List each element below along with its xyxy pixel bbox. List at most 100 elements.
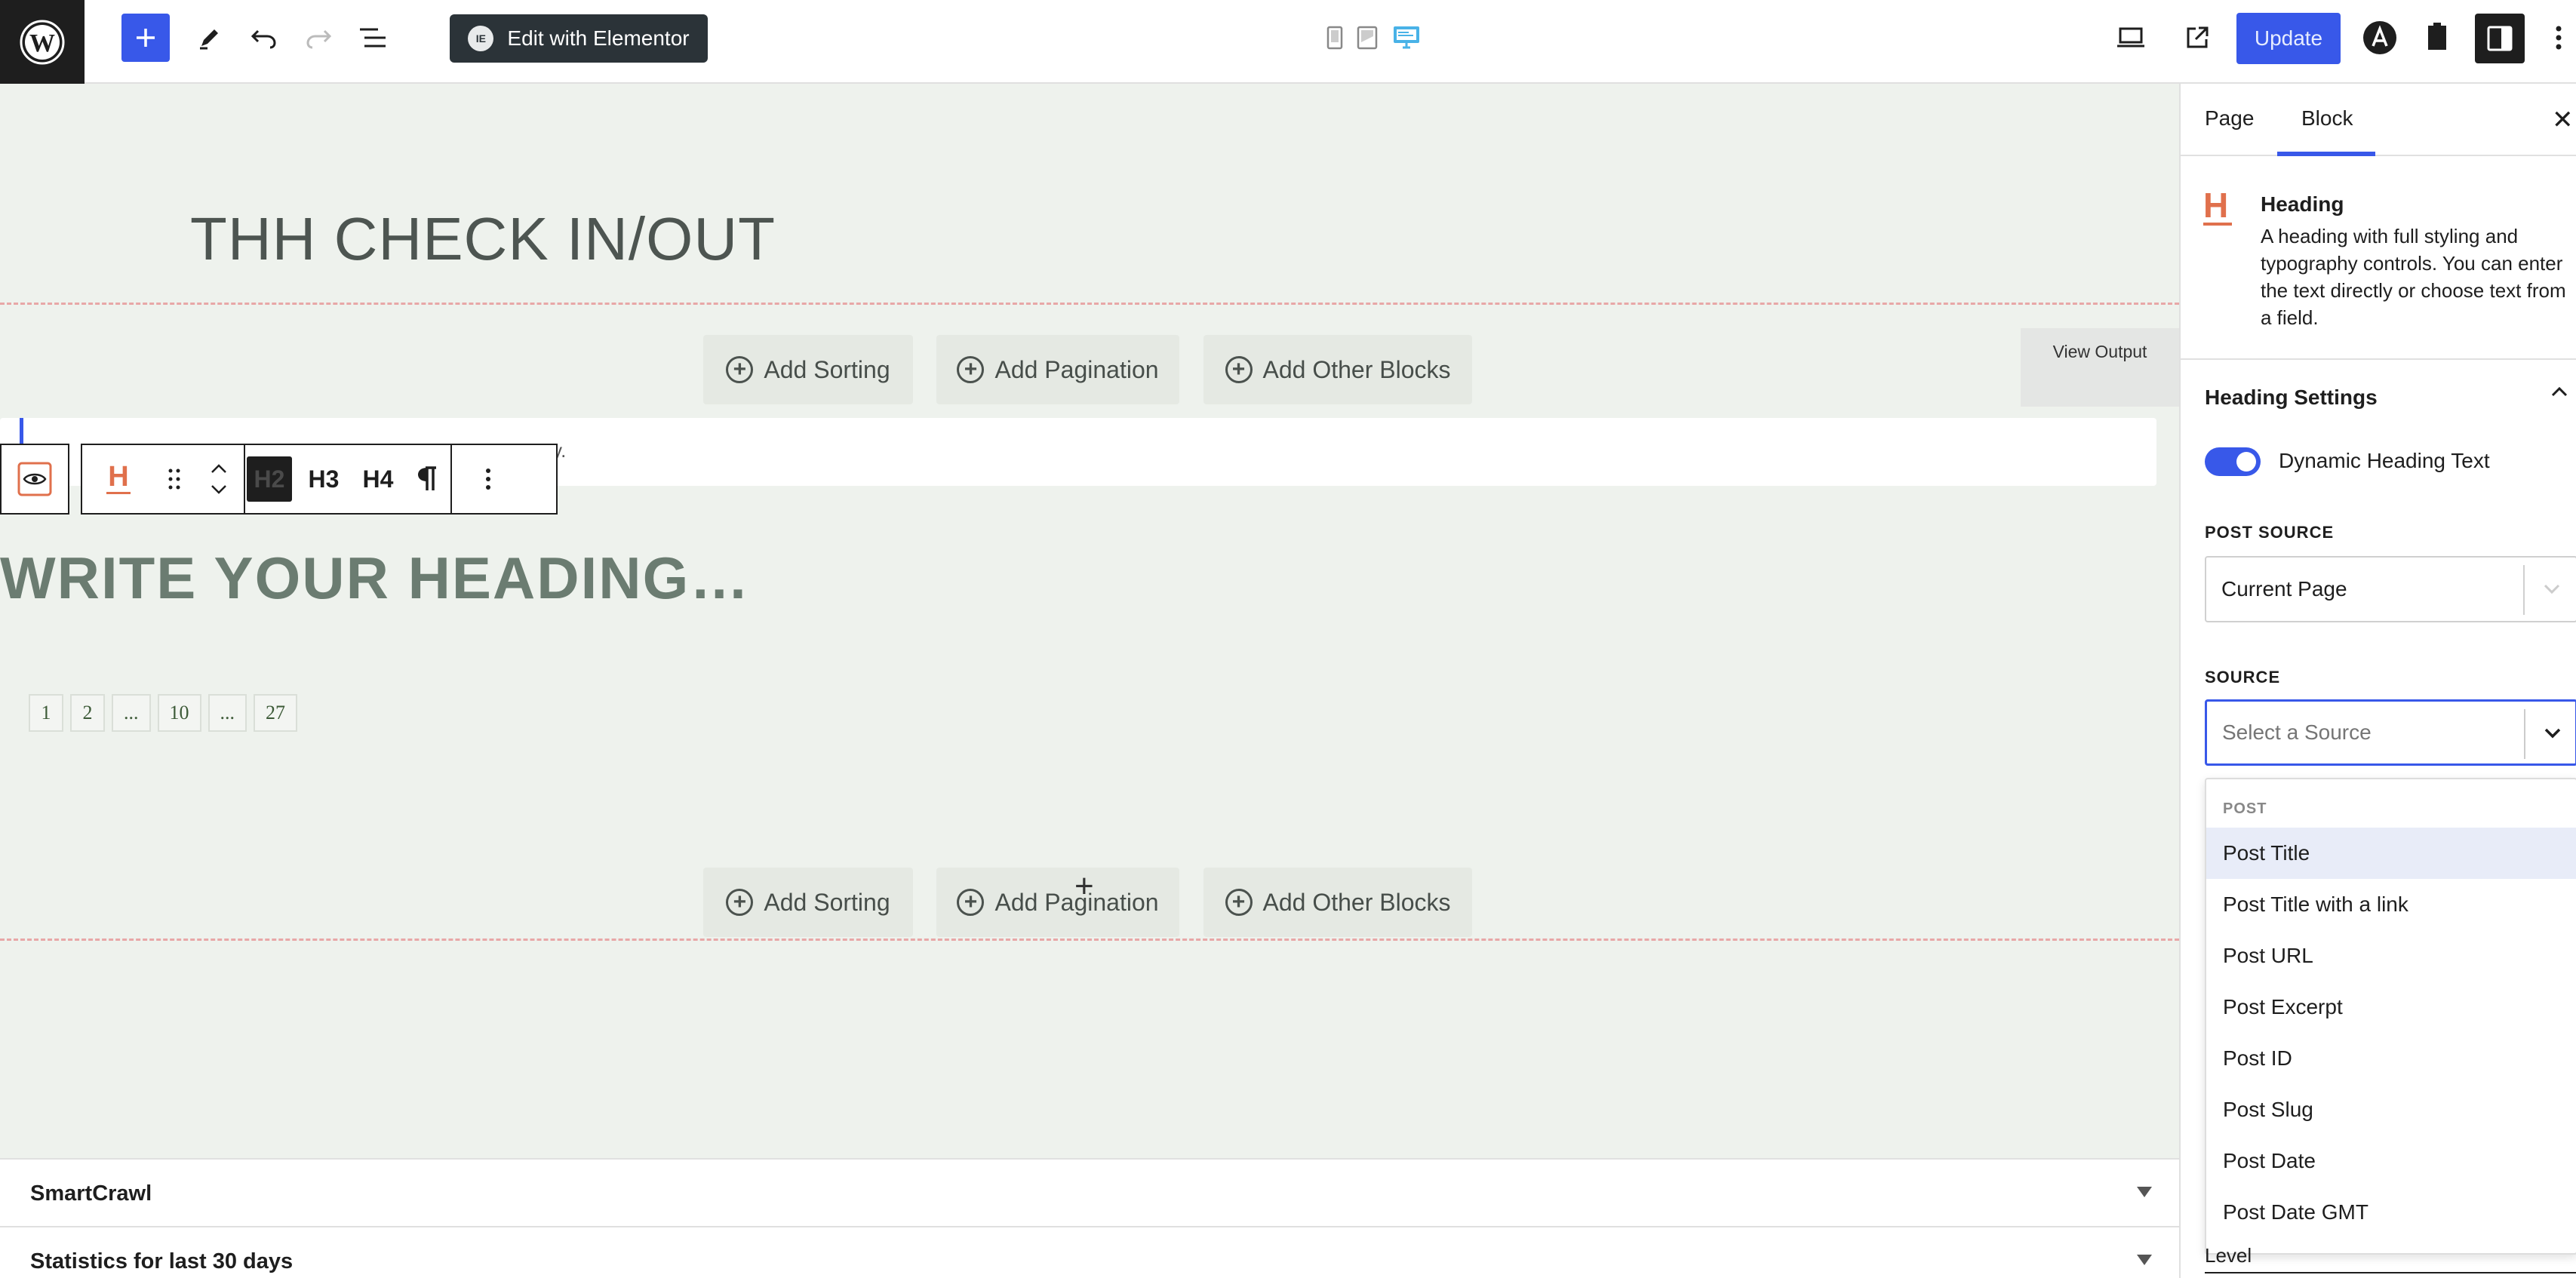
block-title: Heading: [2261, 192, 2344, 216]
source-dropdown-menu: POST Post Title Post Title with a link P…: [2205, 778, 2576, 1255]
dropdown-option[interactable]: Post Title with a link: [2206, 879, 2576, 930]
add-pagination-label: Add Pagination: [994, 355, 1159, 383]
preview-mobile-button[interactable]: [1325, 24, 1345, 51]
dropdown-option[interactable]: Post Date GMT: [2206, 1187, 2576, 1238]
view-post-button[interactable]: [2179, 20, 2215, 56]
paragraph-button[interactable]: [402, 445, 450, 513]
page-ellipsis: ...: [207, 694, 247, 732]
post-source-label: POST SOURCE: [2205, 523, 2335, 542]
move-up-down-buttons[interactable]: [194, 445, 244, 513]
dropdown-option[interactable]: Post Slug: [2206, 1084, 2576, 1135]
add-block-button[interactable]: [121, 14, 170, 62]
dropdown-option[interactable]: Post Date: [2206, 1135, 2576, 1187]
astra-logo-icon: [2363, 21, 2396, 54]
laptop-icon: [2117, 27, 2144, 48]
heading-level-h4-button[interactable]: H4: [355, 456, 401, 502]
heading-level-h3-button[interactable]: H3: [301, 456, 346, 502]
level-label: Level: [2205, 1244, 2252, 1267]
options-menu-button[interactable]: [2547, 20, 2570, 56]
add-pagination-button[interactable]: + Add Pagination: [936, 335, 1179, 404]
svg-text:W: W: [29, 29, 55, 57]
post-source-value: Current Page: [2221, 577, 2347, 601]
elementor-button-label: Edit with Elementor: [507, 26, 690, 50]
editor-canvas: THH CHECK IN/OUT + Add Sorting + Add Pag…: [0, 84, 2179, 1159]
dynamic-heading-toggle[interactable]: [2205, 447, 2261, 476]
add-circle-icon: +: [957, 889, 985, 916]
settings-sidebar: Page Block ✕ H Heading A heading with fu…: [2179, 84, 2576, 1278]
view-button[interactable]: [2113, 20, 2149, 56]
block-description: A heading with full styling and typograp…: [2261, 225, 2566, 329]
add-pagination-button-bottom[interactable]: + Add Pagination: [936, 868, 1179, 937]
edit-with-elementor-button[interactable]: IE Edit with Elementor: [450, 14, 708, 63]
post-source-select[interactable]: Current Page: [2205, 556, 2576, 622]
undo-button[interactable]: [246, 20, 282, 56]
chevron-down-icon[interactable]: [210, 484, 228, 495]
plugin-sidebar-button[interactable]: [2421, 18, 2454, 54]
page-link-1[interactable]: 1: [29, 694, 63, 732]
page-link-27[interactable]: 27: [254, 694, 297, 732]
heading-settings-title[interactable]: Heading Settings: [2205, 386, 2378, 410]
add-circle-icon: +: [726, 889, 754, 916]
level-select-edge[interactable]: [2205, 1272, 2576, 1278]
add-other-blocks-button-bottom[interactable]: + Add Other Blocks: [1203, 868, 1472, 937]
page-title[interactable]: THH CHECK IN/OUT: [190, 204, 776, 274]
page-link-2[interactable]: 2: [70, 694, 105, 732]
caret-down-icon[interactable]: [2137, 1187, 2152, 1197]
smartcrawl-metabox[interactable]: SmartCrawl: [0, 1158, 2179, 1227]
dropdown-option[interactable]: Post URL: [2206, 930, 2576, 982]
source-select[interactable]: Select a Source: [2205, 699, 2576, 766]
settings-sidebar-toggle[interactable]: [2475, 14, 2525, 63]
add-sorting-button-bottom[interactable]: + Add Sorting: [703, 868, 913, 937]
chevron-up-icon[interactable]: [210, 463, 228, 474]
tools-button[interactable]: [192, 20, 228, 56]
tablet-icon: [1357, 26, 1378, 50]
document-overview-button[interactable]: [355, 20, 391, 56]
view-output-button[interactable]: View Output: [2021, 328, 2179, 407]
astra-settings-button[interactable]: [2362, 20, 2398, 56]
block-card: H Heading A heading with full styling an…: [2181, 156, 2576, 360]
heading-level-group: H2 H3 H4: [245, 445, 402, 513]
heading-icon-underline: [2203, 223, 2232, 226]
more-vertical-icon: [2556, 26, 2562, 50]
chevron-down-icon: [2544, 584, 2560, 594]
heading-level-h2-button[interactable]: H2: [247, 456, 292, 502]
dropdown-option[interactable]: Post Title: [2206, 828, 2576, 879]
heading-block-placeholder[interactable]: WRITE YOUR HEADING…: [0, 544, 750, 613]
add-sorting-button[interactable]: + Add Sorting: [703, 335, 913, 404]
view-output-label: View Output: [2052, 342, 2147, 361]
plus-icon: [137, 29, 155, 47]
caret-down-icon[interactable]: [2137, 1255, 2152, 1265]
eye-icon: [17, 462, 52, 496]
inserter-plus-icon[interactable]: +: [1074, 868, 1094, 905]
block-boundary-bottom: [0, 939, 2179, 941]
drag-handle-icon: [168, 468, 180, 490]
more-vertical-icon: [486, 468, 490, 490]
wordpress-logo-button[interactable]: W: [0, 0, 85, 84]
add-other-blocks-button[interactable]: + Add Other Blocks: [1203, 335, 1472, 404]
add-sorting-label: Add Sorting: [764, 888, 890, 916]
update-button[interactable]: Update: [2236, 13, 2341, 64]
tab-page[interactable]: Page: [2205, 106, 2254, 131]
add-other-blocks-label: Add Other Blocks: [1262, 355, 1451, 383]
visibility-button[interactable]: [2, 445, 68, 513]
toggle-knob: [2236, 452, 2256, 472]
block-type-button[interactable]: H: [82, 445, 155, 513]
page-link-10[interactable]: 10: [157, 694, 201, 732]
drag-handle[interactable]: [155, 445, 194, 513]
heading-icon: H: [2203, 186, 2229, 225]
external-link-icon: [2187, 26, 2209, 48]
statistics-metabox[interactable]: Statistics for last 30 days: [0, 1226, 2179, 1278]
dropdown-option[interactable]: Post Excerpt: [2206, 982, 2576, 1033]
sidebar-icon: [2487, 26, 2513, 51]
metabox-title: Statistics for last 30 days: [30, 1249, 294, 1273]
select-divider: [2524, 709, 2525, 759]
block-options-button[interactable]: [452, 445, 524, 513]
chevron-up-icon[interactable]: [2550, 386, 2568, 398]
add-circle-icon: +: [957, 356, 985, 383]
close-icon[interactable]: ✕: [2552, 105, 2574, 135]
dropdown-option[interactable]: Post ID: [2206, 1033, 2576, 1084]
preview-desktop-button[interactable]: [1391, 23, 1422, 53]
redo-button[interactable]: [300, 20, 337, 56]
preview-tablet-button[interactable]: [1355, 24, 1379, 51]
tab-block[interactable]: Block: [2301, 106, 2353, 131]
